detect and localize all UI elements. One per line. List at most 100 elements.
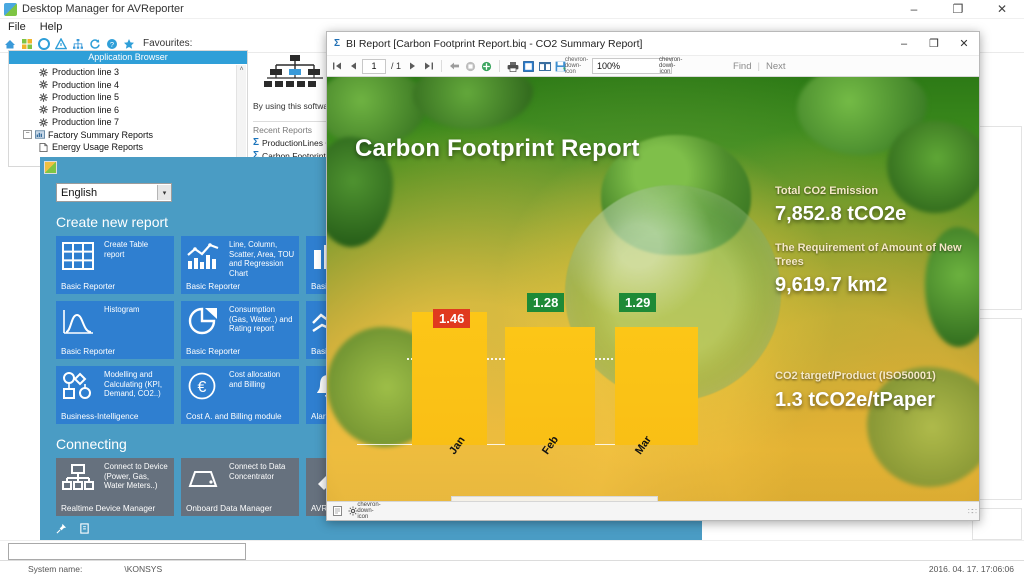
bi-maximize-button[interactable]: ❐ bbox=[919, 32, 949, 55]
tree-scrollbar[interactable]: ˄ bbox=[236, 65, 246, 164]
tile-chart-report[interactable]: Line, Column, Scatter, Area, TOU and Reg… bbox=[181, 236, 299, 294]
tile-footer: AVR bbox=[311, 504, 328, 513]
prev-page-icon[interactable] bbox=[346, 59, 359, 73]
next-page-icon[interactable] bbox=[406, 59, 419, 73]
chevron-down-icon[interactable]: chevron-down-icon bbox=[659, 57, 682, 75]
tree-item[interactable]: Energy Usage Reports bbox=[9, 141, 247, 154]
bi-window-title: BI Report [Carbon Footprint Report.biq -… bbox=[346, 37, 643, 50]
avreporter-icon bbox=[44, 160, 57, 174]
tile-footer: Basic Reporter bbox=[61, 282, 116, 291]
system-name-input[interactable] bbox=[8, 543, 246, 560]
report-canvas: Carbon Footprint Report Total CO2 Emissi… bbox=[327, 77, 979, 501]
statusbar: System name: \KONSYS 2016. 04. 17. 17:06… bbox=[0, 560, 1024, 577]
tree-item-label: Production line 3 bbox=[52, 67, 120, 78]
find-button[interactable]: Find bbox=[733, 61, 751, 72]
tree-item[interactable]: Production line 4 bbox=[9, 79, 247, 92]
gear-icon bbox=[39, 118, 48, 127]
tile-connect-to-data-concentrator[interactable]: Connect to Data Concentrator Onboard Dat… bbox=[181, 458, 299, 516]
pin-icon[interactable] bbox=[56, 523, 67, 534]
bi-titlebar: Σ BI Report [Carbon Footprint Report.biq… bbox=[327, 32, 979, 55]
menu-help[interactable]: Help bbox=[40, 21, 63, 33]
hierarchy-diagram-icon bbox=[264, 55, 326, 91]
language-select[interactable]: English ▾ bbox=[56, 183, 172, 202]
tile-cost-allocation-billing[interactable]: € Cost allocation and Billing Cost A. an… bbox=[181, 366, 299, 424]
bi-report-window: Σ BI Report [Carbon Footprint Report.biq… bbox=[326, 31, 980, 521]
window-controls: – ❐ ✕ bbox=[892, 0, 1024, 18]
gear-icon bbox=[39, 80, 48, 89]
find-group: Find | Next bbox=[733, 61, 786, 72]
chevron-down-icon[interactable]: ▾ bbox=[157, 185, 171, 200]
page-number-input[interactable]: 1 bbox=[362, 58, 386, 74]
zoom-value: 100% bbox=[597, 61, 621, 71]
kpi-value-tree-requirement: 9,619.7 km2 bbox=[775, 274, 888, 296]
bar-feb[interactable] bbox=[505, 327, 595, 445]
zoom-select[interactable]: 100% chevron-down-icon bbox=[592, 57, 682, 75]
tree-item[interactable]: Production line 6 bbox=[9, 104, 247, 117]
tile-title: Create Table report bbox=[104, 240, 149, 259]
tree-item[interactable]: Production line 5 bbox=[9, 91, 247, 104]
app-titlebar: Desktop Manager for AVReporter – ❐ ✕ bbox=[0, 0, 1024, 19]
recent-reports-title: Recent Reports bbox=[253, 121, 337, 135]
star-icon[interactable] bbox=[123, 38, 135, 50]
document-icon[interactable] bbox=[332, 506, 342, 517]
tree-item-label: Production line 6 bbox=[52, 104, 120, 115]
kpi-label-total-emission: Total CO2 Emission bbox=[775, 185, 879, 197]
warning-icon[interactable] bbox=[54, 37, 68, 50]
tile-footer: Onboard Data Manager bbox=[186, 504, 273, 513]
close-button[interactable]: ✕ bbox=[980, 0, 1024, 21]
recent-report-item[interactable]: Σ ProductionLines C bbox=[253, 137, 337, 148]
tile-footer: Basic Reporter bbox=[186, 282, 241, 291]
foliage-decoration bbox=[887, 121, 979, 213]
hierarchy-icon[interactable] bbox=[72, 38, 84, 50]
tile-create-table-report[interactable]: Create Table report Basic Reporter bbox=[56, 236, 174, 294]
find-separator: | bbox=[757, 60, 760, 72]
bi-close-button[interactable]: ✕ bbox=[949, 32, 979, 55]
grid-icon[interactable] bbox=[21, 38, 33, 50]
export-dropdown-icon[interactable]: chevron-down-icon bbox=[565, 57, 588, 75]
tree-item[interactable]: Production line 7 bbox=[9, 116, 247, 129]
page-setup-icon[interactable] bbox=[522, 59, 535, 73]
tree-item[interactable]: − Factory Summary Reports bbox=[9, 129, 247, 142]
help-icon[interactable]: ? bbox=[106, 38, 118, 50]
center-info-panel: By using this softwa Recent Reports Σ Pr… bbox=[253, 52, 337, 167]
bar-jan[interactable] bbox=[412, 312, 487, 445]
bi-minimize-button[interactable]: – bbox=[889, 32, 919, 55]
menu-file[interactable]: File bbox=[8, 21, 26, 33]
minimize-button[interactable]: – bbox=[892, 0, 936, 21]
device-tree-icon bbox=[62, 464, 98, 494]
find-next-button[interactable]: Next bbox=[766, 61, 786, 72]
home-icon[interactable] bbox=[4, 38, 16, 50]
tile-consumption-rating[interactable]: Consumption (Gas, Water..) and Rating re… bbox=[181, 301, 299, 359]
bar-mar[interactable] bbox=[615, 327, 698, 445]
print-icon[interactable] bbox=[506, 59, 519, 73]
tile-footer: Realtime Device Manager bbox=[61, 504, 156, 513]
tile-footer: Cost A. and Billing module bbox=[186, 412, 282, 421]
bar-label-feb: 1.28 bbox=[527, 293, 565, 312]
back-arrow-icon[interactable] bbox=[448, 59, 461, 73]
bar-label-jan: 1.46 bbox=[433, 309, 471, 328]
maximize-button[interactable]: ❐ bbox=[936, 0, 980, 21]
tree-item[interactable]: Production line 3 bbox=[9, 66, 247, 79]
tile-histogram[interactable]: Histogram Basic Reporter bbox=[56, 301, 174, 359]
resize-grip-icon[interactable]: ∷∷ bbox=[968, 507, 977, 516]
pie-icon bbox=[187, 307, 223, 337]
tile-modelling-calculating[interactable]: Modelling and Calculating (KPI, Demand, … bbox=[56, 366, 174, 424]
page-layout-icon[interactable] bbox=[538, 59, 551, 73]
module-icon[interactable] bbox=[79, 523, 90, 534]
stop-icon[interactable] bbox=[464, 59, 477, 73]
tile-connect-to-device[interactable]: Connect to Device (Power, Gas, Water Met… bbox=[56, 458, 174, 516]
application-browser-header: Application Browser bbox=[9, 51, 247, 64]
last-page-icon[interactable] bbox=[422, 59, 435, 73]
report-icon bbox=[35, 130, 45, 139]
circle-icon[interactable] bbox=[38, 37, 50, 50]
tile-title: Connect to Data Concentrator bbox=[229, 462, 286, 481]
first-page-icon[interactable] bbox=[330, 59, 343, 73]
bi-window-controls: – ❐ ✕ bbox=[889, 32, 979, 55]
tree-expander[interactable]: − bbox=[23, 130, 32, 140]
application-tree[interactable]: Production line 3 Production line 4 Prod… bbox=[9, 64, 247, 166]
chevron-down-icon[interactable]: chevron-down-icon bbox=[357, 502, 380, 520]
refresh-icon[interactable] bbox=[89, 38, 101, 50]
scroll-up-icon[interactable]: ˄ bbox=[237, 65, 246, 74]
refresh-icon[interactable] bbox=[480, 59, 493, 73]
gear-icon bbox=[39, 93, 48, 102]
